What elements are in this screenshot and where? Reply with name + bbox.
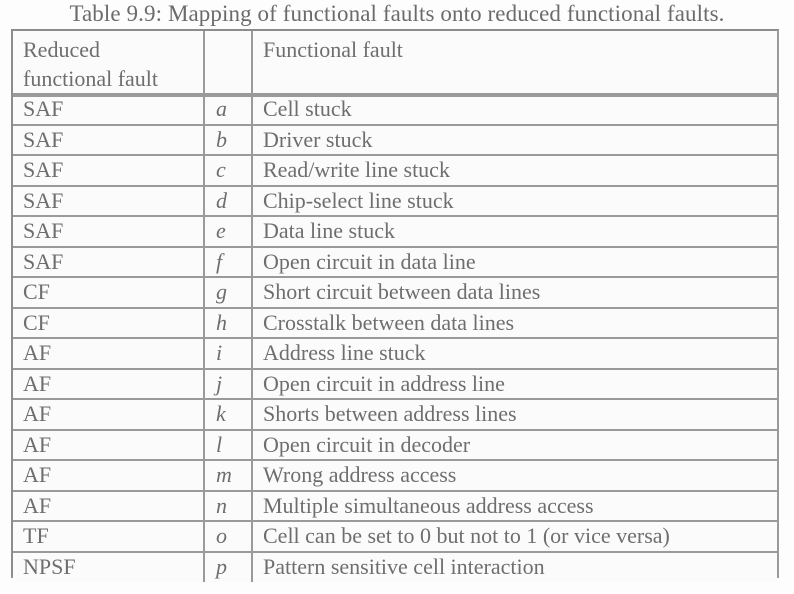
cell-functional-fault: Cell can be set to 0 but not to 1 (or vi…: [252, 520, 777, 552]
cell-reduced-functional-fault: SAF: [13, 123, 205, 156]
cell-reduced-functional-fault: AF: [13, 367, 205, 400]
table-row: AF i Address line stuck: [13, 337, 777, 369]
table-row: SAF f Open circuit in data line: [13, 245, 777, 278]
cell-functional-fault: Short circuit between data lines: [252, 276, 777, 308]
cell-reduced-functional-fault: CF: [13, 306, 205, 339]
cell-functional-fault: Pattern sensitive cell interaction: [252, 550, 777, 583]
cell-reduced-functional-fault: SAF: [13, 93, 205, 125]
table-header-row: Reduced functional fault Functional faul…: [13, 31, 777, 95]
cell-fault-letter: h: [204, 306, 253, 339]
table-row: AF n Multiple simultaneous address access: [13, 489, 777, 522]
table-caption: Table 9.9: Mapping of functional faults …: [69, 1, 725, 26]
table-row: AF l Open circuit in decoder: [13, 428, 777, 461]
cell-reduced-functional-fault: SAF: [13, 215, 205, 247]
cell-functional-fault: Read/write line stuck: [252, 154, 777, 186]
cell-reduced-functional-fault: SAF: [13, 245, 205, 278]
cell-fault-letter: g: [204, 276, 253, 308]
table-row: CF g Short circuit between data lines: [13, 276, 777, 308]
cell-reduced-functional-fault: SAF: [13, 154, 205, 186]
cell-fault-letter: i: [204, 337, 253, 369]
faults-table-container: Reduced functional fault Functional faul…: [11, 29, 779, 583]
cell-fault-letter: e: [204, 215, 253, 247]
cell-functional-fault: Shorts between address lines: [252, 398, 777, 430]
table-row: SAF e Data line stuck: [13, 215, 777, 247]
cell-fault-letter: b: [204, 123, 253, 156]
cell-reduced-functional-fault: NPSF: [13, 550, 205, 583]
cell-fault-letter: c: [204, 154, 253, 186]
table-row: SAF d Chip-select line stuck: [13, 184, 777, 217]
column-header-functional-fault: Functional fault: [252, 31, 777, 95]
table-row: SAF b Driver stuck: [13, 123, 777, 156]
cell-fault-letter: j: [204, 367, 253, 400]
column-header-reduced-line-2: functional fault: [23, 66, 159, 92]
table-body: SAF a Cell stuck SAF b Driver stuck SAF c Read/w…: [13, 93, 777, 583]
cell-reduced-functional-fault: AF: [13, 337, 205, 369]
cell-functional-fault: Data line stuck: [252, 215, 777, 247]
column-header-letter: [204, 31, 253, 95]
table-row: AF k Shorts between address lines: [13, 398, 777, 430]
cell-fault-letter: a: [204, 93, 253, 125]
cell-reduced-functional-fault: CF: [13, 276, 205, 308]
cell-functional-fault: Driver stuck: [252, 123, 777, 156]
table-row: SAF a Cell stuck: [13, 93, 777, 125]
table-header: Reduced functional fault Functional faul…: [13, 31, 777, 95]
table-row: SAF c Read/write line stuck: [13, 154, 777, 186]
cell-functional-fault: Multiple simultaneous address access: [252, 489, 777, 522]
cell-functional-fault: Wrong address access: [252, 459, 777, 491]
column-header-reduced-functional-fault: Reduced functional fault: [13, 31, 205, 95]
cell-functional-fault: Crosstalk between data lines: [252, 306, 777, 339]
cell-fault-letter: m: [204, 459, 253, 491]
cell-functional-fault: Address line stuck: [252, 337, 777, 369]
cell-fault-letter: o: [204, 520, 253, 552]
cell-functional-fault: Open circuit in address line: [252, 367, 777, 400]
table-row: NPSF p Pattern sensitive cell interaction: [13, 550, 777, 583]
cell-functional-fault: Open circuit in decoder: [252, 428, 777, 461]
column-header-reduced-line-1: Reduced: [23, 37, 100, 62]
document-page: Table 9.9: Mapping of functional faults …: [0, 0, 794, 594]
cell-reduced-functional-fault: AF: [13, 428, 205, 461]
cell-reduced-functional-fault: AF: [13, 398, 205, 430]
cell-functional-fault: Chip-select line stuck: [252, 184, 777, 217]
table-row: CF h Crosstalk between data lines: [13, 306, 777, 339]
cell-reduced-functional-fault: AF: [13, 489, 205, 522]
cell-fault-letter: f: [204, 245, 253, 278]
cell-fault-letter: k: [204, 398, 253, 430]
cell-fault-letter: d: [204, 184, 253, 217]
cell-fault-letter: l: [204, 428, 253, 461]
table-row: AF m Wrong address access: [13, 459, 777, 491]
cell-reduced-functional-fault: TF: [13, 520, 205, 552]
cell-fault-letter: n: [204, 489, 253, 522]
table-row: TF o Cell can be set to 0 but not to 1 (or…: [13, 520, 777, 552]
faults-table: Reduced functional fault Functional faul…: [13, 31, 777, 583]
cell-reduced-functional-fault: SAF: [13, 184, 205, 217]
cell-functional-fault: Cell stuck: [252, 93, 777, 125]
cell-fault-letter: p: [204, 550, 253, 583]
cell-functional-fault: Open circuit in data line: [252, 245, 777, 278]
table-row: AF j Open circuit in address line: [13, 367, 777, 400]
cell-reduced-functional-fault: AF: [13, 459, 205, 491]
